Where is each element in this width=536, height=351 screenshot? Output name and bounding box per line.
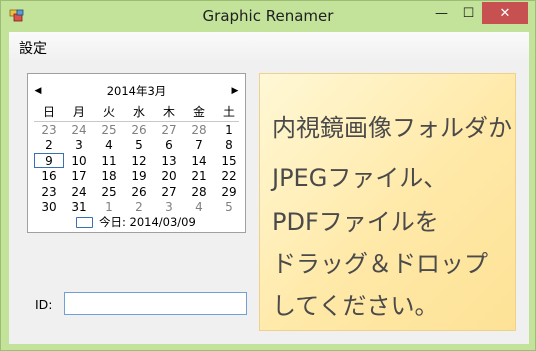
id-input[interactable] [64,292,247,315]
calendar-day[interactable]: 14 [184,154,214,170]
weekday-label: 日 [42,105,55,119]
weekday-header-row: 日月火水木金土 [34,105,244,121]
calendar-day[interactable]: 8 [214,138,244,154]
close-button[interactable]: ✕ [482,2,528,24]
calendar-day[interactable]: 28 [184,185,214,201]
calendar-day[interactable]: 19 [124,169,154,185]
drop-instruction-line: してください。 [272,292,439,320]
calendar-week-row: 9 10 11 12 13 14 15 [34,152,244,170]
calendar-day[interactable]: 26 [124,123,154,139]
calendar-day[interactable]: 22 [214,169,244,185]
calendar-day[interactable]: 23 [34,185,64,201]
calendar-day[interactable]: 26 [124,185,154,201]
calendar-divider [34,120,239,122]
month-calendar[interactable]: ◀ 2014年3月 ▶ 日月火水木金土 23 24 25 26 27 28 1 2 3 4 5 6 7 8 9… [27,73,246,233]
calendar-day[interactable]: 5 [214,200,244,216]
next-month-icon[interactable]: ▶ [227,83,243,99]
calendar-day[interactable]: 25 [94,185,124,201]
calendar-day[interactable]: 9 [34,152,64,170]
calendar-day[interactable]: 23 [34,123,64,139]
weekday-label: 木 [162,105,175,119]
weekday-label: 月 [72,105,85,119]
calendar-week-row: 23 24 25 26 27 28 1 [34,123,244,139]
calendar-grid: 日月火水木金土 23 24 25 26 27 28 1 2 3 4 5 6 7 8 9 10 11 12 13 14 15… [34,105,244,216]
drop-instruction-line: 内視鏡画像フォルダか [272,114,512,142]
today-marker-icon [76,216,93,228]
calendar-month-label[interactable]: 2014年3月 [28,83,245,99]
maximize-button[interactable]: ☐ [455,2,482,24]
menu-bar: 設定 [9,32,529,62]
calendar-day[interactable]: 25 [94,123,124,139]
calendar-week-row: 16 17 18 19 20 21 22 [34,169,244,185]
calendar-day[interactable]: 3 [64,138,94,154]
calendar-day[interactable]: 24 [64,185,94,201]
calendar-day[interactable]: 24 [64,123,94,139]
minimize-button[interactable]: — [428,2,455,24]
drop-zone[interactable]: 内視鏡画像フォルダか JPEGファイル、 PDFファイルをドラッグ＆ドロップ してくだ… [259,73,516,331]
calendar-day[interactable]: 5 [124,138,154,154]
calendar-today[interactable]: 今日: 2014/03/09 [76,214,196,230]
weekday-label: 火 [102,105,115,119]
calendar-day[interactable]: 16 [34,169,64,185]
calendar-day[interactable]: 12 [124,154,154,170]
weekday-label: 金 [192,105,205,119]
weekday-label: 土 [222,105,235,119]
app-window: Graphic Renamer — ☐ ✕ 設定 ◀ 2014年3月 ▶ 日 月 火… [0,0,536,351]
calendar-day[interactable]: 20 [154,169,184,185]
calendar-header: ◀ 2014年3月 ▶ [28,83,245,99]
calendar-day[interactable]: 27 [154,123,184,139]
weekday-label: 水 [132,105,145,119]
calendar-day[interactable]: 18 [94,169,124,185]
calendar-week-row: 23 24 25 26 27 28 29 [34,185,244,201]
drop-instruction-line: JPEGファイル、 [272,164,448,192]
client-area: 設定 ◀ 2014年3月 ▶ 日月火水木金土 23 24 25 26 27 28 1 2 3 4 5 6… [9,32,529,344]
calendar-day[interactable]: 1 [214,123,244,139]
calendar-day[interactable]: 13 [154,154,184,170]
calendar-day[interactable]: 6 [154,138,184,154]
calendar-day[interactable]: 29 [214,185,244,201]
drop-instruction-line: PDFファイルを [272,208,439,236]
calendar-day[interactable]: 15 [214,154,244,170]
calendar-day[interactable]: 10 [64,154,94,170]
drop-instruction-line: ドラッグ＆ドロップ [272,250,488,278]
calendar-day[interactable]: 28 [184,123,214,139]
calendar-week-row: 2345678 [34,138,244,154]
menu-item-settings[interactable]: 設定 [19,38,47,58]
calendar-day[interactable]: 17 [64,169,94,185]
calendar-day[interactable]: 4 [94,138,124,154]
id-label: ID: [35,297,53,312]
calendar-day[interactable]: 11 [94,154,124,170]
today-label: 今日: 2014/03/09 [99,215,196,229]
calendar-day[interactable]: 27 [154,185,184,201]
calendar-day[interactable]: 2 [34,138,64,154]
title-bar[interactable]: Graphic Renamer — ☐ ✕ [1,1,535,32]
calendar-day[interactable]: 7 [184,138,214,154]
calendar-day[interactable]: 21 [184,169,214,185]
calendar-day[interactable]: 30 [34,200,64,216]
